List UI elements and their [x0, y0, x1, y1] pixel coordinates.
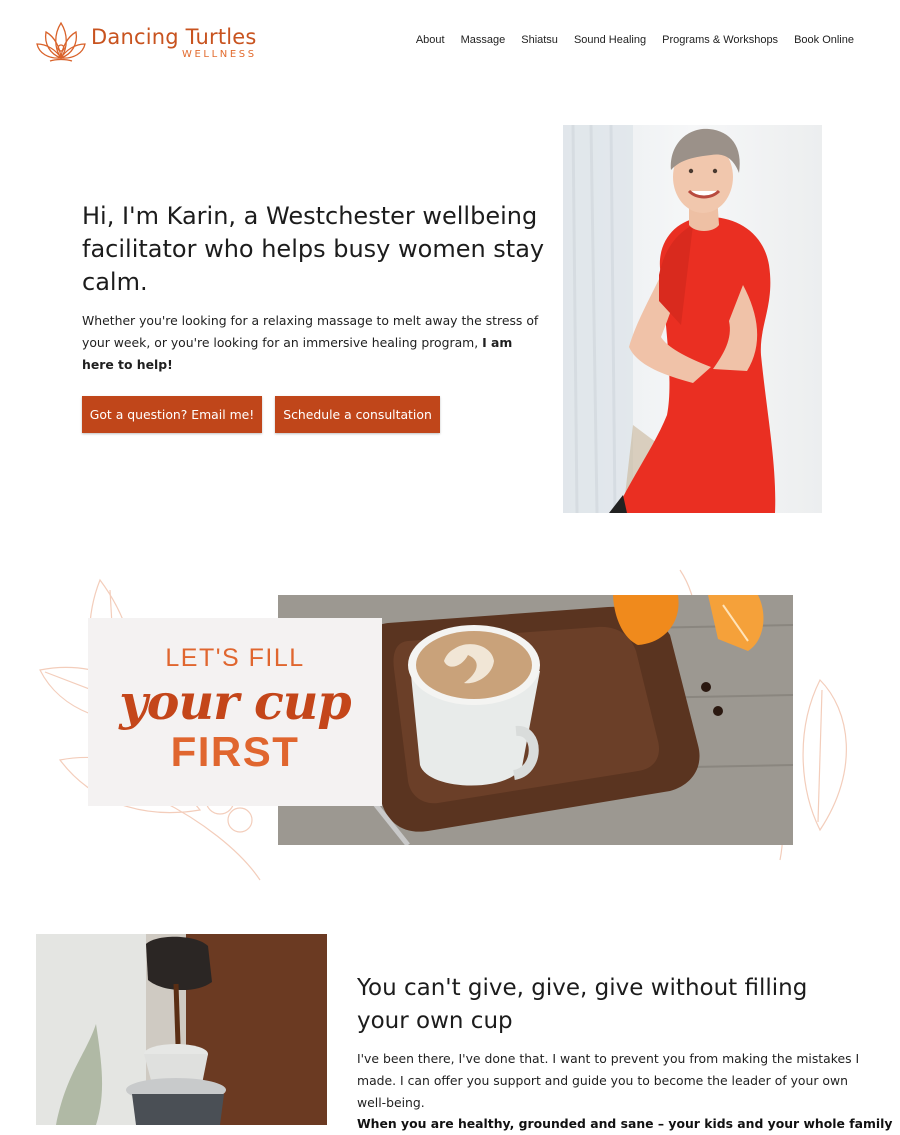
section-description: I've been there, I've done that. I want … [357, 1051, 860, 1110]
hero-description-text: Whether you're looking for a relaxing ma… [82, 313, 539, 350]
hero-description: Whether you're looking for a relaxing ma… [82, 310, 547, 376]
brand-tagline: WELLNESS [182, 49, 257, 60]
nav-item-programs-workshops[interactable]: Programs & Workshops [662, 34, 778, 46]
karin-portrait-image [563, 125, 822, 513]
hero-title: Hi, I'm Karin, a Westchester wellbeing f… [82, 202, 545, 296]
email-button[interactable]: Got a question? Email me! [82, 396, 262, 433]
brand-logo[interactable]: Dancing Turtles WELLNESS [36, 18, 266, 66]
nav-item-massage[interactable]: Massage [461, 34, 506, 46]
nav-item-book-online[interactable]: Book Online [794, 34, 854, 46]
nav-item-about[interactable]: About [416, 34, 445, 46]
section-bold-text: When you are healthy, grounded and sane … [357, 1116, 893, 1131]
tagline-line-3: FIRST [170, 728, 300, 775]
coffee-pour-image [36, 934, 327, 1125]
tagline-line-1: LET'S FILL [165, 644, 305, 672]
brand-name: Dancing Turtles [91, 25, 257, 49]
lotus-icon [36, 21, 86, 62]
schedule-consultation-button[interactable]: Schedule a consultation [275, 396, 440, 433]
tagline-line-2: your cup [119, 673, 351, 731]
nav-item-sound-healing[interactable]: Sound Healing [574, 34, 646, 46]
nav-item-shiatsu[interactable]: Shiatsu [521, 34, 558, 46]
section-title: You can't give, give, give without filli… [357, 975, 808, 1034]
main-nav: About Massage Shiatsu Sound Healing Prog… [416, 34, 854, 46]
